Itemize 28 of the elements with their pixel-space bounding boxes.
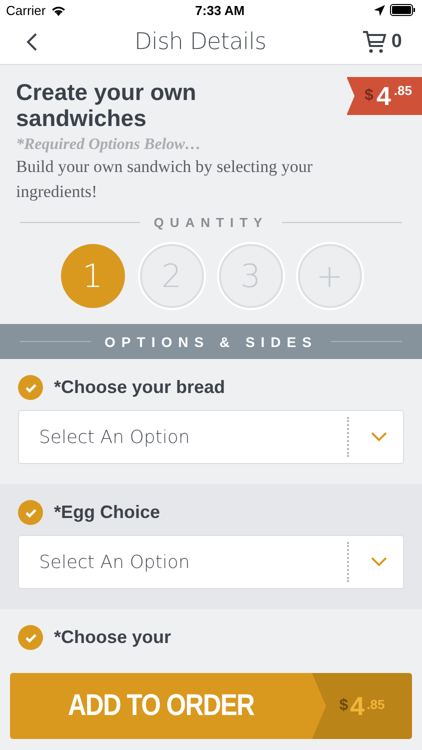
dish-description: Build your own sandwich by selecting your ingredients! xyxy=(16,156,314,203)
options-header: OPTIONS & SIDES xyxy=(104,334,318,350)
carrier-name: Carrier xyxy=(6,2,46,18)
chevron-down-icon xyxy=(371,557,387,567)
battery-icon xyxy=(390,4,416,16)
chevron-down-icon xyxy=(371,432,387,442)
location-icon xyxy=(374,4,385,16)
quantity-option[interactable]: 1 xyxy=(60,244,124,308)
status-time: 7:33 AM xyxy=(195,2,245,18)
price-whole: 4 xyxy=(350,690,365,722)
option-title: *Choose your xyxy=(54,627,172,648)
wifi-icon xyxy=(50,4,66,16)
page-title: Dish Details xyxy=(134,29,266,55)
currency-symbol: $ xyxy=(339,697,348,715)
quantity-option[interactable]: + xyxy=(298,244,362,308)
option-select[interactable]: Select An Option xyxy=(18,410,404,464)
quantity-label: QUANTITY xyxy=(154,215,268,230)
dish-title: Create your own sandwiches xyxy=(16,79,198,131)
price-cents: .85 xyxy=(394,83,412,98)
option-select[interactable]: Select An Option xyxy=(18,535,404,589)
price-whole: 4 xyxy=(376,80,391,112)
currency-symbol: $ xyxy=(364,87,374,105)
cart-button[interactable]: 0 xyxy=(362,30,402,54)
required-note: *Required Options Below… xyxy=(16,136,202,154)
option-title: *Choose your bread xyxy=(54,377,226,398)
back-button[interactable] xyxy=(26,32,38,52)
price-cents: .85 xyxy=(366,696,385,712)
option-title: *Egg Choice xyxy=(54,502,160,523)
